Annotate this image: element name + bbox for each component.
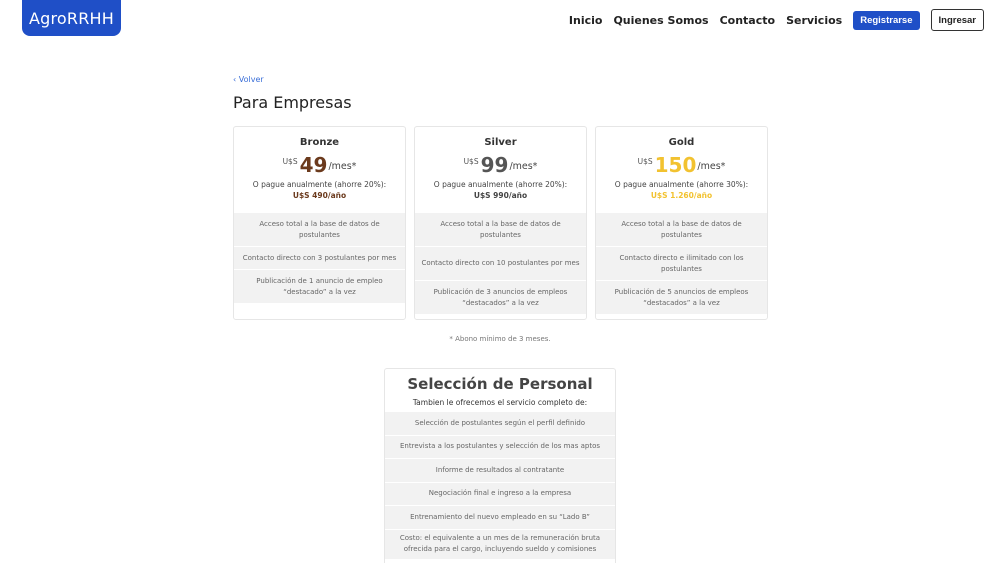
selection-item: Selección de postulantes según el perfil… xyxy=(385,411,615,435)
plan-feature: Publicación de 1 anuncio de empleo “dest… xyxy=(234,269,405,303)
annual-offer-text: O pague anualmente (ahorre 30%): xyxy=(614,180,749,189)
price-currency: U$S xyxy=(282,157,298,166)
nav-link-contacto[interactable]: Contacto xyxy=(720,14,775,27)
brand-logo[interactable]: AgroRRHH xyxy=(22,0,121,36)
plan-feature: Acceso total a la base de datos de postu… xyxy=(234,212,405,246)
plan-feature: Contacto directo con 3 postulantes por m… xyxy=(234,246,405,269)
plan-price: U$S 99 /mes* xyxy=(415,154,586,178)
price-amount: 49 xyxy=(299,153,328,177)
selection-item: Entrevista a los postulantes y selección… xyxy=(385,434,615,458)
page-title: Para Empresas xyxy=(233,93,352,112)
plan-name: Bronze xyxy=(299,137,340,148)
plan-feature: Acceso total a la base de datos de postu… xyxy=(596,212,767,246)
top-nav: Inicio Quienes Somos Contacto Servicios … xyxy=(558,9,984,31)
plan-feature: Contacto directo con 10 postulantes por … xyxy=(415,246,586,280)
selection-subtitle: Tambien le ofrecemos el servicio complet… xyxy=(412,398,588,407)
register-button[interactable]: Registrarse xyxy=(853,10,920,30)
selection-item: Informe de resultados al contratante xyxy=(385,458,615,482)
price-currency: U$S xyxy=(463,157,479,166)
price-currency: U$S xyxy=(637,157,653,166)
selection-item: Costo: el equivalente a un mes de la rem… xyxy=(385,528,615,559)
plan-price: U$S 49 /mes* xyxy=(234,154,405,178)
price-period: /mes* xyxy=(697,161,726,172)
price-period: /mes* xyxy=(328,161,357,172)
selection-card: Selección de Personal Tambien le ofrecem… xyxy=(384,368,616,563)
plan-header: Bronze U$S 49 /mes* O pague anualmente (… xyxy=(234,127,405,212)
plan-name: Silver xyxy=(484,137,517,148)
selection-item: Entrenamiento del nuevo empleado en su “… xyxy=(385,505,615,529)
nav-link-inicio[interactable]: Inicio xyxy=(569,14,603,27)
annual-price: U$S 990/año xyxy=(473,191,528,200)
login-button[interactable]: Ingresar xyxy=(930,9,984,31)
annual-price: U$S 1.260/año xyxy=(650,191,713,200)
plan-card-gold: Gold U$S 150 /mes* O pague anualmente (a… xyxy=(595,126,768,320)
selection-title: Selección de Personal xyxy=(407,375,593,393)
annual-offer-text: O pague anualmente (ahorre 20%): xyxy=(433,180,568,189)
plan-card-bronze: Bronze U$S 49 /mes* O pague anualmente (… xyxy=(233,126,406,320)
price-period: /mes* xyxy=(509,161,538,172)
pricing-plans: Bronze U$S 49 /mes* O pague anualmente (… xyxy=(233,126,768,320)
annual-price: U$S 490/año xyxy=(292,191,347,200)
plan-price: U$S 150 /mes* xyxy=(596,154,767,178)
plan-header: Gold U$S 150 /mes* O pague anualmente (a… xyxy=(596,127,767,212)
plan-feature: Publicación de 5 anuncios de empleos “de… xyxy=(596,280,767,314)
selection-item: Negociación final e ingreso a la empresa xyxy=(385,481,615,505)
footnote: * Abono mínimo de 3 meses. xyxy=(449,335,551,343)
plan-feature: Contacto directo e ilimitado con los pos… xyxy=(596,246,767,280)
nav-link-quienes-somos[interactable]: Quienes Somos xyxy=(613,14,708,27)
back-link[interactable]: ‹ Volver xyxy=(233,75,264,84)
annual-offer-text: O pague anualmente (ahorre 20%): xyxy=(252,180,387,189)
nav-link-servicios[interactable]: Servicios xyxy=(786,14,842,27)
plan-card-silver: Silver U$S 99 /mes* O pague anualmente (… xyxy=(414,126,587,320)
plan-feature: Acceso total a la base de datos de postu… xyxy=(415,212,586,246)
price-amount: 150 xyxy=(654,153,697,177)
plan-header: Silver U$S 99 /mes* O pague anualmente (… xyxy=(415,127,586,212)
plan-name: Gold xyxy=(668,137,695,148)
price-amount: 99 xyxy=(480,153,509,177)
plan-feature: Publicación de 3 anuncios de empleos “de… xyxy=(415,280,586,314)
